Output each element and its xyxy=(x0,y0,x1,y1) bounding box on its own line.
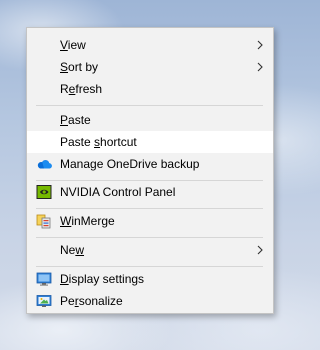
menu-item-view[interactable]: View xyxy=(27,34,273,56)
nvidia-icon xyxy=(36,185,52,199)
menu-item-paste-label: Paste xyxy=(60,113,91,127)
menu-separator xyxy=(36,237,263,238)
menu-item-manage-onedrive-backup-label: Manage OneDrive backup xyxy=(60,157,200,171)
display-settings-icon xyxy=(36,272,52,286)
menu-item-refresh[interactable]: Refresh xyxy=(27,78,273,100)
chevron-right-icon xyxy=(257,62,263,72)
menu-item-personalize[interactable]: Personalize xyxy=(27,290,273,312)
menu-separator xyxy=(36,105,263,106)
menu-item-paste[interactable]: Paste xyxy=(27,109,273,131)
menu-item-new[interactable]: New xyxy=(27,239,273,261)
personalize-icon xyxy=(36,295,52,307)
menu-item-winmerge[interactable]: WinMerge xyxy=(27,210,273,232)
menu-item-paste-shortcut[interactable]: Paste shortcut xyxy=(27,131,273,153)
chevron-right-icon xyxy=(257,40,263,50)
menu-item-nvidia-control-panel[interactable]: NVIDIA Control Panel xyxy=(27,181,273,203)
menu-separator xyxy=(36,266,263,267)
onedrive-icon xyxy=(37,160,52,169)
menu-item-winmerge-label: WinMerge xyxy=(60,214,115,228)
menu-item-personalize-label: Personalize xyxy=(60,294,123,308)
menu-item-sort-by-label: Sort by xyxy=(60,60,99,74)
menu-item-view-label: View xyxy=(60,38,86,52)
menu-separator xyxy=(36,208,263,209)
menu-item-display-settings[interactable]: Display settings xyxy=(27,268,273,290)
menu-item-sort-by[interactable]: Sort by xyxy=(27,56,273,78)
menu-item-refresh-label: Refresh xyxy=(60,82,103,96)
menu-item-nvidia-control-panel-label: NVIDIA Control Panel xyxy=(60,185,176,199)
menu-item-new-label: New xyxy=(60,243,85,257)
menu-item-manage-onedrive-backup[interactable]: Manage OneDrive backup xyxy=(27,153,273,175)
chevron-right-icon xyxy=(257,245,263,255)
desktop-context-menu: View Sort by Refresh Paste Paste shortcu… xyxy=(26,27,274,314)
winmerge-icon xyxy=(36,214,51,229)
menu-item-paste-shortcut-label: Paste shortcut xyxy=(60,135,137,149)
menu-item-display-settings-label: Display settings xyxy=(60,272,145,286)
